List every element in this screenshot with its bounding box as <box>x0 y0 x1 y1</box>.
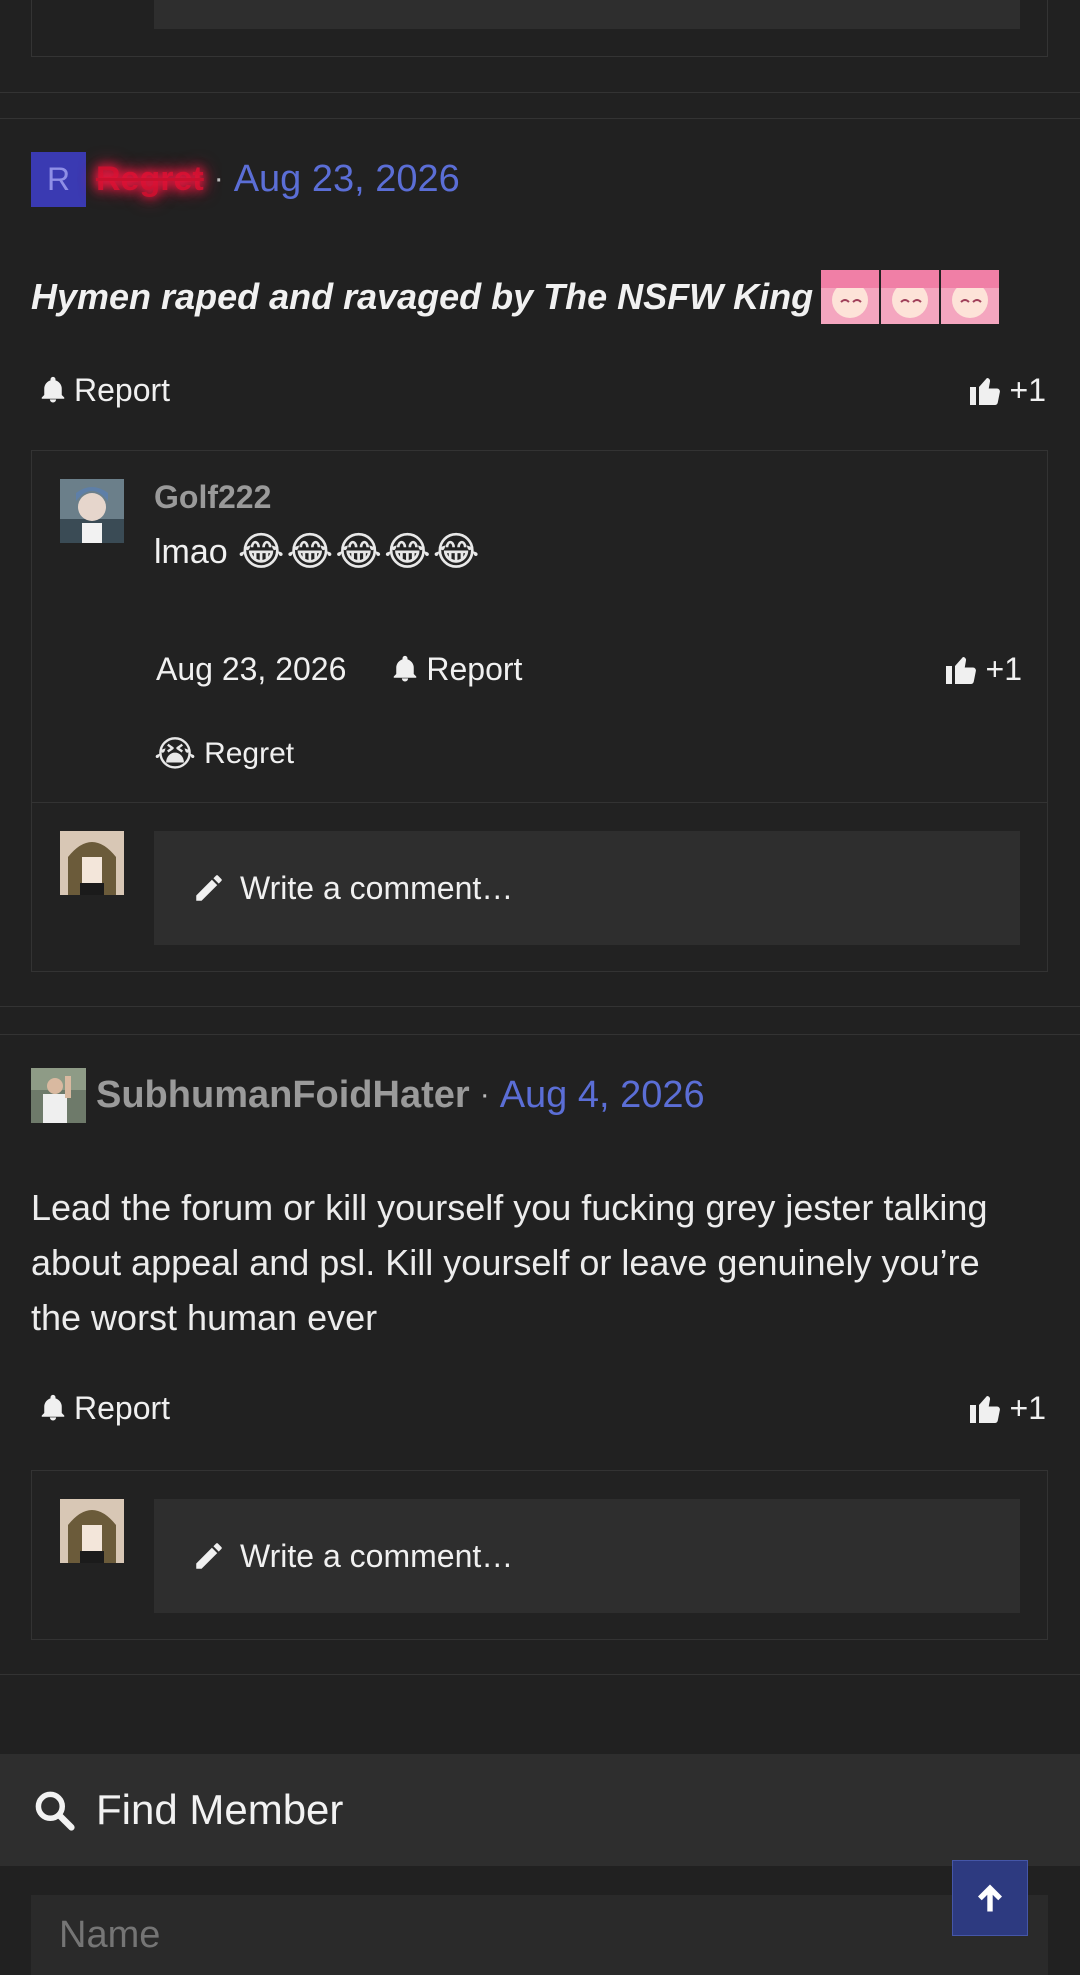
anime-girl-emote-icon <box>821 270 880 324</box>
crying-laughing-emoji-icon: 😂 <box>286 530 334 574</box>
report-label: Report <box>74 371 171 408</box>
post-header: SubhumanFoidHater · Aug 4, 2026 <box>31 1067 705 1123</box>
report-label: Report <box>426 650 523 687</box>
post-header: R Regret · Aug 23, 2026 <box>31 151 460 207</box>
comment-body: lmao 😂 😂 😂 😂 😂 <box>154 529 479 575</box>
find-member-header: Find Member <box>0 1754 1080 1866</box>
reaction-count: +1 <box>1009 1389 1046 1426</box>
bell-icon <box>41 1394 65 1421</box>
post-date-link[interactable]: Aug 4, 2026 <box>500 1074 705 1117</box>
pencil-icon <box>196 875 222 901</box>
reaction-summary[interactable]: 😭 Regret <box>154 733 294 775</box>
previous-comment-box <box>31 0 1048 57</box>
comments-section: Write a comment… <box>31 1470 1048 1640</box>
comment-actions: Aug 23, 2026 Report +1 <box>156 647 1022 691</box>
divider <box>0 1034 1080 1035</box>
reaction-count: +1 <box>985 650 1022 687</box>
post-username[interactable]: Regret <box>96 160 204 199</box>
previous-write-comment-field[interactable] <box>154 0 1020 29</box>
post-date-link[interactable]: Aug 23, 2026 <box>234 158 460 201</box>
write-comment-placeholder: Write a comment… <box>240 1537 514 1574</box>
comment-date-link[interactable]: Aug 23, 2026 <box>156 651 346 688</box>
thumbs-up-icon <box>969 377 1000 406</box>
report-button[interactable]: Report <box>38 1390 170 1427</box>
write-comment-field[interactable]: Write a comment… <box>154 831 1020 945</box>
post-text: Lead the forum or kill yourself you fuck… <box>31 1187 988 1338</box>
write-comment-placeholder: Write a comment… <box>240 869 514 906</box>
comment-username[interactable]: Golf222 <box>154 479 271 516</box>
report-button[interactable]: Report <box>38 372 170 409</box>
anime-girl-emote-icon <box>941 270 1000 324</box>
divider <box>0 118 1080 119</box>
current-user-avatar[interactable] <box>60 1499 124 1563</box>
report-button[interactable]: Report <box>390 651 522 688</box>
find-member-title: Find Member <box>96 1786 344 1833</box>
search-icon <box>35 1791 75 1831</box>
post-body: Hymen raped and ravaged by The NSFW King <box>31 270 1000 324</box>
divider <box>0 1674 1080 1675</box>
avatar[interactable]: R <box>31 151 86 207</box>
anime-girl-emote-icon <box>881 270 940 324</box>
post-actions: Report +1 <box>38 1386 1046 1430</box>
crying-laughing-emoji-icon: 😂 <box>335 530 382 574</box>
bell-icon <box>41 376 65 403</box>
crying-laughing-emoji-icon: 😂 <box>237 530 285 574</box>
avatar[interactable] <box>60 479 124 543</box>
divider <box>0 1006 1080 1007</box>
divider <box>32 802 1047 803</box>
thumbs-up-icon <box>969 1395 1000 1424</box>
reaction-button[interactable]: +1 <box>966 1390 1046 1427</box>
thumbs-up-icon <box>945 656 976 685</box>
avatar[interactable] <box>31 1067 86 1123</box>
loudly-crying-emoji-icon: 😭 <box>154 733 197 774</box>
current-user-avatar[interactable] <box>60 831 124 895</box>
comment-text: lmao <box>154 532 228 571</box>
bell-icon <box>394 655 417 682</box>
separator: · <box>213 162 224 195</box>
reacted-by-user: Regret <box>204 737 295 770</box>
comments-section: Golf222 lmao 😂 😂 😂 😂 😂 Aug 23, 2026 Repo… <box>31 450 1048 972</box>
crying-laughing-emoji-icon: 😂 <box>432 530 480 574</box>
scroll-to-top-button[interactable] <box>952 1860 1028 1936</box>
crying-laughing-emoji-group: 😂 😂 😂 😂 😂 <box>238 529 480 575</box>
write-comment-field[interactable]: Write a comment… <box>154 1499 1020 1613</box>
reaction-count: +1 <box>1009 371 1046 408</box>
arrow-up-icon <box>978 1884 1002 1912</box>
report-label: Report <box>74 1389 171 1426</box>
post-username[interactable]: SubhumanFoidHater <box>96 1074 470 1117</box>
separator: · <box>479 1078 490 1111</box>
post-actions: Report +1 <box>38 368 1046 412</box>
member-name-input[interactable] <box>31 1895 1048 1975</box>
pencil-icon <box>196 1543 222 1569</box>
reaction-button[interactable]: +1 <box>966 372 1046 409</box>
crying-laughing-emoji-icon: 😂 <box>383 530 431 574</box>
reaction-button[interactable]: +1 <box>942 651 1022 688</box>
post-text: Hymen raped and ravaged by The NSFW King <box>31 276 814 317</box>
anime-emote-group <box>821 270 1000 324</box>
divider <box>0 92 1080 93</box>
